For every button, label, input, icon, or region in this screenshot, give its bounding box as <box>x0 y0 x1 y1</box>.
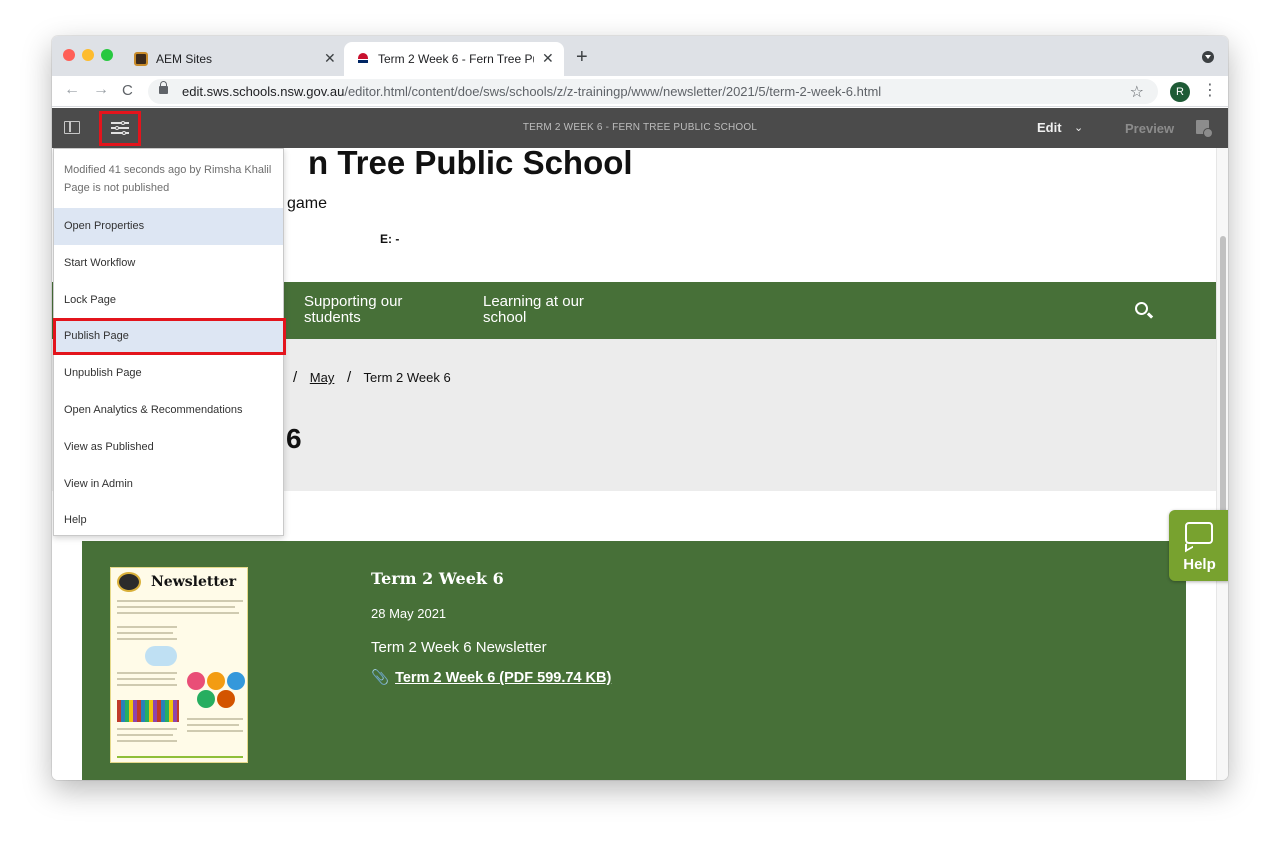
mode-selector[interactable]: Edit <box>1037 120 1062 135</box>
thumbnail-text-line <box>117 626 177 628</box>
thumbnail-text-line <box>117 632 173 634</box>
back-button[interactable]: ← <box>64 81 80 99</box>
chat-bubble-icon <box>1185 522 1213 544</box>
aem-favicon-icon <box>134 52 148 66</box>
preview-button[interactable]: Preview <box>1125 121 1174 136</box>
annotations-icon[interactable] <box>1196 120 1213 138</box>
lock-icon[interactable] <box>159 81 168 94</box>
article-title: Term 2 Week 6 <box>371 569 504 588</box>
thumbnail-text-line <box>117 612 239 614</box>
school-motto: game <box>287 195 328 212</box>
thumbnail-text-line <box>117 600 243 602</box>
article-date: 28 May 2021 <box>371 606 447 621</box>
school-name: n Tree Public School <box>308 148 633 181</box>
thumbnail-text-line <box>117 728 177 730</box>
thumbnail-text-line <box>117 678 175 680</box>
chevron-down-icon[interactable]: ⌄ <box>1074 121 1083 134</box>
modified-info: Modified 41 seconds ago by Rimsha Khalil <box>64 164 272 176</box>
menu-item-open-properties[interactable]: Open Properties <box>54 208 283 245</box>
thumbnail-illustration <box>145 646 177 666</box>
new-tab-button[interactable]: + <box>576 46 588 69</box>
tab-close-icon[interactable]: ✕ <box>542 50 554 67</box>
nav-item-learning[interactable]: Learning at our school <box>483 294 623 326</box>
thumbnail-text-line <box>187 730 243 732</box>
thumbnail-title: Newsletter <box>151 574 237 590</box>
breadcrumb-link-may[interactable]: May <box>310 370 335 385</box>
contact-email: E: - <box>380 232 400 246</box>
close-window-button[interactable] <box>63 49 75 61</box>
menu-item-publish-page[interactable]: Publish Page <box>53 318 286 355</box>
thumbnail-circle <box>207 672 225 690</box>
thumbnail-circle <box>217 690 235 708</box>
profile-avatar[interactable]: R <box>1170 82 1190 102</box>
browser-menu-icon[interactable]: ⋮ <box>1202 80 1218 100</box>
tab-title: Term 2 Week 6 - Fern Tree Pub <box>378 52 534 66</box>
menu-item-lock-page[interactable]: Lock Page <box>54 282 283 319</box>
tab-aem-sites[interactable]: AEM Sites ✕ <box>122 42 342 76</box>
menu-item-open-analytics[interactable]: Open Analytics & Recommendations <box>54 392 283 429</box>
page-information-menu: Modified 41 seconds ago by Rimsha Khalil… <box>53 148 286 539</box>
thumbnail-circle <box>197 690 215 708</box>
thumbnail-books-image <box>117 700 179 722</box>
maximize-window-button[interactable] <box>101 49 113 61</box>
page-canvas: n Tree Public School game E: - Supportin… <box>52 148 1216 780</box>
scrollbar-thumb[interactable] <box>1220 236 1226 528</box>
page-scrollbar[interactable] <box>1216 148 1228 780</box>
pdf-download-link[interactable]: 📎 Term 2 Week 6 (PDF 599.74 KB) <box>371 669 611 686</box>
url-path: /editor.html/content/doe/sws/schools/z/z… <box>344 84 882 99</box>
tab-close-icon[interactable]: ✕ <box>324 50 336 67</box>
pdf-link-text[interactable]: Term 2 Week 6 (PDF 599.74 KB) <box>395 670 611 686</box>
url-text[interactable]: edit.sws.schools.nsw.gov.au/editor.html/… <box>182 84 881 99</box>
tab-term-2-week-6[interactable]: Term 2 Week 6 - Fern Tree Pub ✕ <box>344 42 564 76</box>
forward-button[interactable]: → <box>93 81 109 99</box>
tab-search-icon[interactable] <box>1202 51 1214 63</box>
thumbnail-text-line <box>117 740 177 742</box>
thumbnail-circle <box>227 672 245 690</box>
tab-title: AEM Sites <box>156 52 213 66</box>
menu-item-start-workflow[interactable]: Start Workflow <box>54 245 283 282</box>
publish-status: Page is not published <box>64 182 170 194</box>
thumbnail-text-line <box>187 724 239 726</box>
nav-item-supporting-students[interactable]: Supporting our students <box>304 294 444 326</box>
thumbnail-circles <box>187 672 245 708</box>
minimize-window-button[interactable] <box>82 49 94 61</box>
tab-strip: AEM Sites ✕ Term 2 Week 6 - Fern Tree Pu… <box>52 36 1228 76</box>
thumbnail-text-line <box>187 718 243 720</box>
breadcrumb-separator: / <box>293 369 298 386</box>
newsletter-card: Newsletter Term 2 Week 6 28 May 2021 Ter… <box>82 541 1186 780</box>
breadcrumb-current: Term 2 Week 6 <box>363 370 451 385</box>
newsletter-thumbnail[interactable]: Newsletter <box>110 567 248 763</box>
url-host: edit.sws.schools.nsw.gov.au <box>182 84 345 99</box>
article-description: Term 2 Week 6 Newsletter <box>371 639 547 656</box>
help-widget-button[interactable]: Help <box>1169 510 1228 581</box>
bookmark-star-icon[interactable]: ☆ <box>1130 82 1144 102</box>
page-title: 6 <box>286 423 302 454</box>
thumbnail-text-line <box>117 734 173 736</box>
nsw-favicon-icon <box>356 52 370 66</box>
paperclip-icon: 📎 <box>371 670 390 686</box>
school-logo-icon <box>117 572 141 592</box>
reload-button[interactable]: C <box>122 82 133 99</box>
search-icon[interactable] <box>1135 302 1148 315</box>
menu-item-view-as-published[interactable]: View as Published <box>54 429 283 466</box>
breadcrumb: / May / Term 2 Week 6 <box>284 369 451 386</box>
thumbnail-footer-bar <box>117 756 243 758</box>
thumbnail-text-line <box>117 638 177 640</box>
aem-editor-toolbar: TERM 2 WEEK 6 - FERN TREE PUBLIC SCHOOL … <box>52 108 1228 148</box>
thumbnail-circle <box>187 672 205 690</box>
address-bar[interactable]: edit.sws.schools.nsw.gov.au/editor.html/… <box>148 79 1158 104</box>
menu-item-help[interactable]: Help <box>54 502 283 539</box>
thumbnail-text-line <box>117 672 177 674</box>
thumbnail-text-line <box>117 606 235 608</box>
menu-item-view-in-admin[interactable]: View in Admin <box>54 466 283 503</box>
help-widget-label: Help <box>1183 556 1216 573</box>
browser-window: AEM Sites ✕ Term 2 Week 6 - Fern Tree Pu… <box>52 36 1228 780</box>
page-status-meta: Modified 41 seconds ago by Rimsha Khalil… <box>64 161 271 197</box>
menu-item-unpublish-page[interactable]: Unpublish Page <box>54 355 283 392</box>
breadcrumb-separator: / <box>346 369 352 386</box>
browser-toolbar: ← → C edit.sws.schools.nsw.gov.au/editor… <box>52 76 1228 107</box>
thumbnail-text-line <box>117 684 177 686</box>
